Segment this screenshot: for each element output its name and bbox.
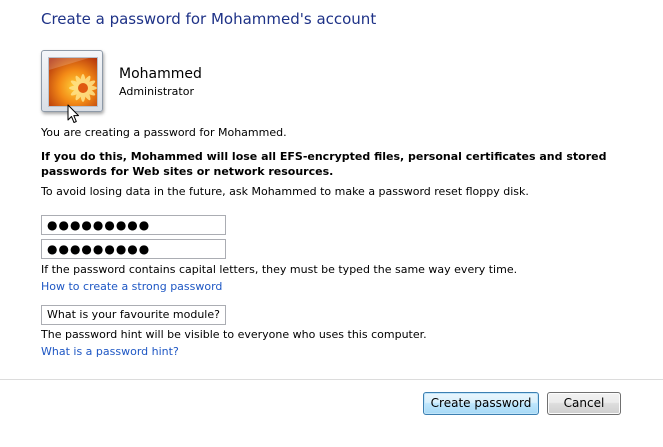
mouse-cursor-icon: [67, 104, 80, 127]
hint-note: The password hint will be visible to eve…: [41, 328, 427, 341]
create-password-button[interactable]: Create password: [423, 392, 539, 415]
creating-text: You are creating a password for Mohammed…: [41, 126, 287, 139]
footer-divider: [0, 379, 663, 380]
page-title: Create a password for Mohammed's account: [41, 10, 377, 28]
password-hint-help-link[interactable]: What is a password hint?: [41, 345, 179, 358]
advice-text: To avoid losing data in the future, ask …: [41, 185, 529, 198]
orange-flower-picture-icon: [48, 57, 98, 107]
password-hint-input[interactable]: What is your favourite module?: [41, 305, 226, 325]
user-picture: [41, 50, 103, 112]
cancel-button[interactable]: Cancel: [547, 392, 621, 415]
confirm-password-input[interactable]: ●●●●●●●●●: [41, 239, 226, 259]
user-name: Mohammed: [119, 66, 202, 82]
strong-password-link[interactable]: How to create a strong password: [41, 280, 222, 293]
user-role: Administrator: [119, 85, 194, 98]
capital-letters-note: If the password contains capital letters…: [41, 263, 518, 276]
new-password-input[interactable]: ●●●●●●●●●: [41, 215, 226, 235]
warning-text: If you do this, Mohammed will lose all E…: [41, 150, 607, 178]
